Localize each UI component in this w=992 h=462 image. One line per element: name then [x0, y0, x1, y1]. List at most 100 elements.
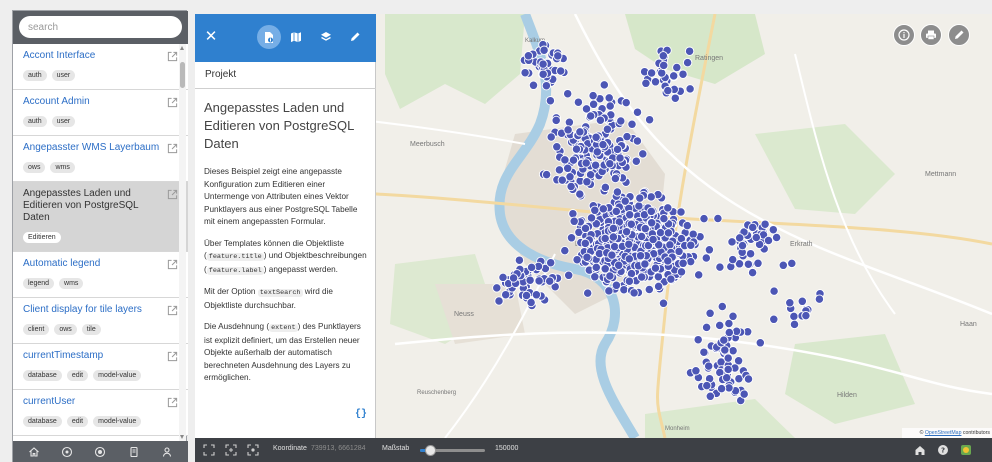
tag[interactable]: client — [23, 324, 50, 335]
fullscreen-icon[interactable] — [203, 444, 215, 456]
feature-point[interactable] — [626, 268, 637, 279]
feature-point[interactable] — [566, 233, 577, 243]
pencil-icon[interactable] — [343, 25, 367, 49]
feature-point[interactable] — [592, 147, 602, 157]
feature-point[interactable] — [693, 335, 703, 345]
feature-point[interactable] — [569, 216, 579, 226]
feature-point[interactable] — [704, 245, 715, 255]
feature-point[interactable] — [565, 172, 575, 182]
feature-point[interactable] — [501, 290, 511, 300]
user-icon[interactable] — [160, 445, 174, 459]
feature-point[interactable] — [637, 272, 647, 282]
home-icon[interactable] — [914, 444, 926, 456]
tag[interactable]: user — [51, 70, 76, 81]
feature-point[interactable] — [588, 99, 599, 109]
feature-point[interactable] — [748, 222, 758, 233]
feature-point[interactable] — [624, 254, 634, 264]
feature-point[interactable] — [650, 77, 661, 87]
external-link-icon[interactable] — [167, 189, 178, 200]
feature-point[interactable] — [727, 237, 737, 247]
scroll-up-arrow-icon[interactable] — [180, 46, 184, 50]
tag[interactable]: tile — [81, 324, 101, 335]
feature-point[interactable] — [676, 267, 687, 277]
feature-point[interactable] — [534, 276, 544, 286]
feature-point[interactable] — [658, 298, 669, 308]
compass-icon[interactable] — [60, 445, 74, 459]
feature-point[interactable] — [538, 69, 548, 79]
feature-point[interactable] — [619, 285, 629, 295]
feature-point[interactable] — [605, 159, 615, 169]
feature-point[interactable] — [655, 227, 666, 238]
feature-point[interactable] — [638, 149, 648, 159]
feature-point[interactable] — [600, 233, 610, 244]
feature-point[interactable] — [663, 228, 674, 238]
feature-point[interactable] — [612, 144, 623, 155]
tag[interactable]: model-value — [93, 370, 142, 381]
tab-projekt[interactable]: Projekt — [195, 62, 376, 89]
feature-point[interactable] — [566, 181, 576, 192]
zoom-extent-icon[interactable] — [225, 444, 237, 456]
tag[interactable]: ows — [23, 162, 46, 173]
feature-point[interactable] — [646, 192, 656, 202]
code-braces-icon[interactable]: {} — [355, 409, 367, 420]
search-input[interactable] — [19, 16, 182, 38]
scale-slider-thumb[interactable] — [424, 445, 436, 456]
feature-point[interactable] — [526, 262, 537, 273]
scroll-down-arrow-icon[interactable] — [180, 435, 184, 439]
feature-point[interactable] — [747, 267, 758, 278]
feature-point[interactable] — [581, 158, 591, 168]
qgis-logo-icon[interactable] — [960, 444, 972, 456]
feature-point[interactable] — [797, 296, 807, 306]
feature-point[interactable] — [691, 366, 701, 376]
external-link-icon[interactable] — [167, 351, 178, 362]
feature-point[interactable] — [590, 205, 600, 215]
tag[interactable]: Editieren — [23, 232, 61, 243]
feature-point[interactable] — [682, 220, 692, 231]
feature-point[interactable] — [621, 97, 631, 108]
external-link-icon[interactable] — [167, 51, 178, 62]
list-scrollbar[interactable] — [179, 44, 186, 441]
feature-point[interactable] — [595, 115, 606, 125]
feature-point[interactable] — [591, 132, 601, 142]
feature-point[interactable] — [572, 255, 582, 265]
document-icon[interactable] — [127, 445, 141, 459]
external-link-icon[interactable] — [167, 143, 178, 154]
feature-point[interactable] — [635, 251, 646, 261]
list-item-title[interactable]: Account Admin — [23, 96, 166, 108]
feature-point[interactable] — [563, 163, 573, 173]
feature-point[interactable] — [684, 46, 695, 56]
feature-point[interactable] — [739, 389, 749, 399]
feature-point[interactable] — [632, 107, 643, 117]
tag[interactable]: edit — [66, 370, 89, 381]
list-item-title[interactable]: Angepasstes Laden und Editieren von Post… — [23, 188, 166, 224]
feature-point[interactable] — [551, 115, 561, 126]
tag[interactable]: model-value — [93, 416, 142, 427]
map-edit-button[interactable] — [948, 24, 970, 46]
feature-point[interactable] — [659, 213, 669, 224]
feature-point[interactable] — [612, 187, 623, 197]
feature-point[interactable] — [663, 256, 673, 266]
feature-point[interactable] — [663, 85, 673, 96]
feature-point[interactable] — [514, 255, 525, 265]
feature-point[interactable] — [539, 45, 549, 55]
feature-point[interactable] — [541, 81, 552, 91]
feature-point[interactable] — [768, 225, 778, 235]
feature-point[interactable] — [541, 169, 552, 180]
tag[interactable]: auth — [23, 116, 47, 127]
feature-point[interactable] — [609, 241, 620, 252]
feature-point[interactable] — [778, 260, 788, 270]
list-item-selected[interactable]: Angepasstes Laden und Editieren von Post… — [13, 182, 188, 252]
feature-point[interactable] — [702, 380, 712, 391]
feature-point[interactable] — [644, 115, 655, 125]
feature-point[interactable] — [498, 272, 508, 283]
feature-point[interactable] — [626, 219, 636, 229]
feature-point[interactable] — [634, 201, 644, 211]
feature-point[interactable] — [789, 311, 799, 322]
feature-point[interactable] — [755, 338, 765, 348]
feature-point[interactable] — [763, 235, 774, 246]
feature-point[interactable] — [605, 271, 615, 281]
feature-point[interactable] — [608, 223, 619, 234]
feature-point[interactable] — [678, 69, 688, 79]
feature-point[interactable] — [688, 229, 698, 239]
feature-point[interactable] — [682, 57, 693, 68]
